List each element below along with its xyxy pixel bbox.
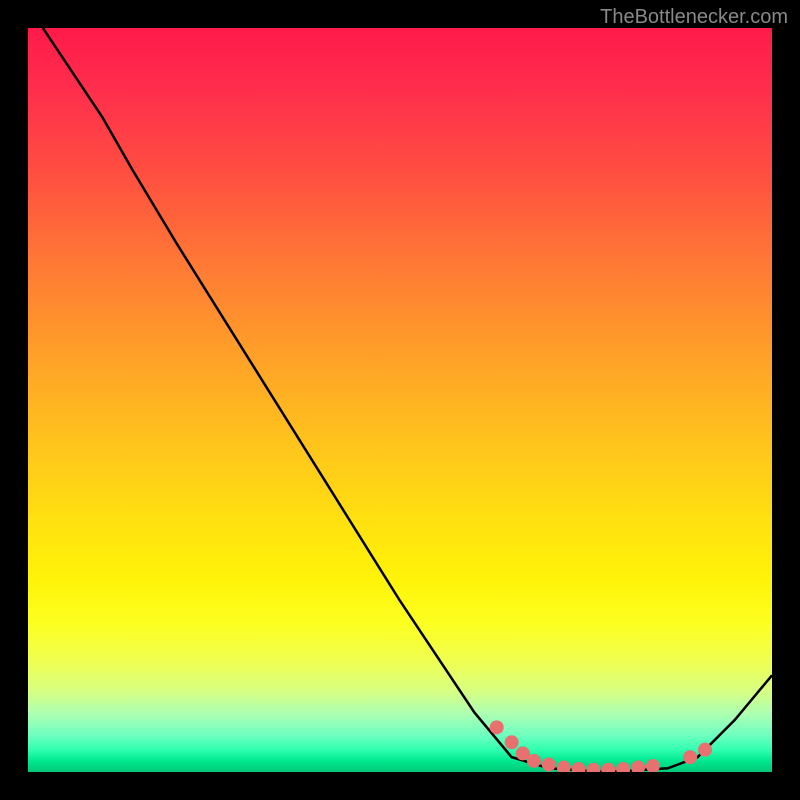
data-marker (572, 762, 586, 772)
curve-line (43, 28, 772, 772)
plot-area (28, 28, 772, 772)
data-marker (646, 759, 660, 772)
data-marker (601, 763, 615, 772)
data-marker (683, 750, 697, 764)
data-marker (698, 743, 712, 757)
data-marker (557, 761, 571, 772)
data-marker (527, 754, 541, 768)
data-marker (586, 763, 600, 772)
data-marker (616, 762, 630, 772)
data-marker (490, 720, 504, 734)
data-marker (631, 761, 645, 772)
data-marker (542, 758, 556, 772)
data-marker (505, 735, 519, 749)
chart-svg (28, 28, 772, 772)
bottleneck-curve-path (43, 28, 772, 772)
watermark-text: TheBottlenecker.com (600, 6, 788, 29)
